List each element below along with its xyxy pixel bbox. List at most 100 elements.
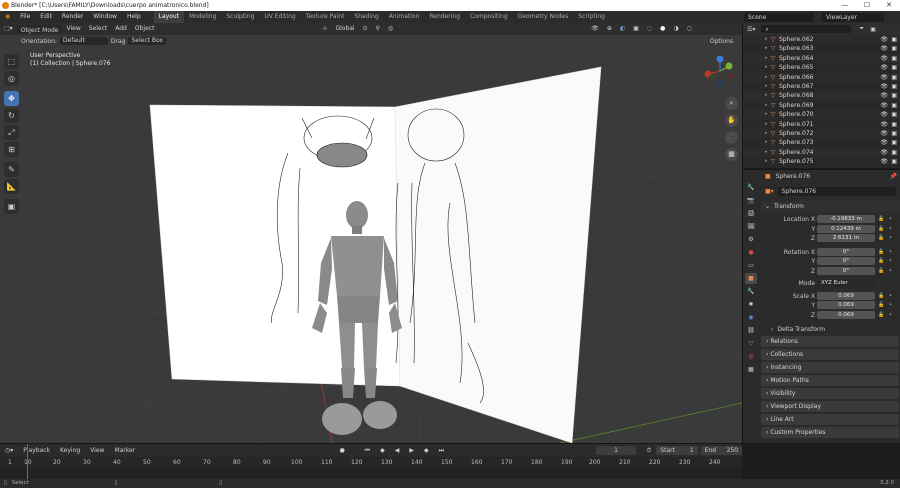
keyframe-dot-icon[interactable]: • [889,267,892,276]
outliner-item[interactable]: ▸ ▽ Sphere.064 👁 ▣ [743,53,900,64]
keyframe-dot-icon[interactable]: • [889,301,892,310]
record-icon[interactable]: ● [335,447,350,454]
scale-z-field[interactable]: 0.069 [817,310,875,319]
rotation-z-field[interactable]: 0° [817,266,875,275]
maximize-button[interactable]: ☐ [856,0,878,11]
overlay-icon[interactable]: ◐ [616,23,629,35]
outliner-item[interactable]: ▸ ▽ Sphere.071 👁 ▣ [743,120,900,129]
tab-uv-editing[interactable]: UV Editing [259,11,300,23]
tab-shading[interactable]: Shading [349,11,383,23]
eye-icon[interactable]: 👁 [880,44,888,53]
keyframe-dot-icon[interactable]: • [889,225,892,234]
eye-icon[interactable]: 👁 [880,63,888,72]
tab-compositing[interactable]: Compositing [465,11,513,23]
tab-scripting[interactable]: Scripting [573,11,610,23]
scale-y-field[interactable]: 0.069 [817,301,875,309]
lock-icon[interactable]: 🔓 [878,257,884,266]
render-icon[interactable]: ▣ [891,73,897,82]
frame-start-field[interactable]: Start 1 [656,446,698,455]
xray-icon[interactable]: ▣ [629,23,643,35]
transform-orientation-selector[interactable]: Global [331,23,358,35]
eye-icon[interactable]: 👁 [880,138,888,147]
editor-type-icon[interactable]: ⬚▾ [0,23,17,35]
line-art-panel[interactable]: › Line Art [761,413,899,425]
object-tab-icon[interactable]: ■ [745,273,757,284]
cursor-tool-icon[interactable]: ◎ [4,71,19,86]
eye-icon[interactable]: 👁 [880,148,888,157]
snap-icon[interactable]: ⚲ [372,23,384,35]
eye-icon[interactable]: 👁 [880,120,888,129]
keyframe-dot-icon[interactable]: • [889,215,892,224]
keyframe-dot-icon[interactable]: • [889,248,892,257]
visibility-panel[interactable]: › Visibility [761,387,899,399]
tab-texture-paint[interactable]: Texture Paint [301,11,350,23]
keyframe-dot-icon[interactable]: • [889,311,892,320]
playhead[interactable] [27,444,28,480]
lock-icon[interactable]: 🔓 [878,311,884,320]
outliner-item[interactable]: ▸ ▽ Sphere.066 👁 ▣ [743,72,900,82]
custom-properties-panel[interactable]: › Custom Properties [761,426,899,438]
3d-viewport[interactable]: ⬚▾ Object Mode View Select Add Object ⊹ … [0,23,742,443]
play-reverse-icon[interactable]: ◀ [390,447,405,454]
modifier-tab-icon[interactable]: 🔧 [745,286,757,297]
tab-rendering[interactable]: Rendering [424,11,465,23]
outliner-item[interactable]: ▸ ▽ Sphere.062 👁 ▣ [743,35,900,45]
keyframe-dot-icon[interactable]: • [889,292,892,301]
outliner-item[interactable]: ▸ ▽ Sphere.075 👁 ▣ [743,157,900,166]
menu-edit[interactable]: Edit [35,11,57,23]
gizmo-toggle-icon[interactable]: ⊕ [603,23,616,35]
eye-icon[interactable]: 👁 [880,157,888,166]
jump-end-icon[interactable]: ⏭ [434,447,449,455]
location-x-field[interactable]: -0.19833 m [817,215,875,223]
options-button[interactable]: Options [707,38,736,45]
output-tab-icon[interactable]: 🖨 [745,208,757,219]
eye-icon[interactable]: 👁 [880,73,888,82]
object-name-field[interactable]: Sphere.076 [777,187,896,196]
lock-icon[interactable]: 🔓 [878,234,884,243]
delta-transform-panel[interactable]: › Delta Transform [761,324,900,335]
render-icon[interactable]: ▣ [891,63,897,72]
move-tool-icon[interactable]: ✥ [4,91,19,106]
instancing-panel[interactable]: › Instancing [761,361,899,373]
pan-hand-icon[interactable]: ✋ [725,114,738,127]
render-icon[interactable]: ▣ [891,138,897,147]
blender-menu-icon[interactable]: ◉ [0,11,15,23]
proportional-edit-icon[interactable]: ◎ [384,23,397,35]
keying-menu[interactable]: Keying [55,447,85,454]
scale-tool-icon[interactable]: ⤢ [4,125,19,140]
orientation-dropdown[interactable]: Default [59,37,108,45]
outliner-item[interactable]: ▸ ▽ Sphere.068 👁 ▣ [743,91,900,101]
tab-layout[interactable]: Layout [153,11,185,23]
current-frame-field[interactable]: 1 [596,446,636,455]
close-button[interactable]: ✕ [878,0,900,11]
location-y-field[interactable]: 0.12439 m [817,224,875,233]
timeline-ruler[interactable]: 1 10 20 30 40 50 60 70 80 90 100 110 120… [0,457,742,468]
outliner-item[interactable]: ▸ ▽ Sphere.073 👁 ▣ [743,138,900,147]
keyframe-dot-icon[interactable]: • [889,257,892,266]
minimize-button[interactable]: — [834,0,856,11]
tool-tab-icon[interactable]: 🔧 [745,182,757,193]
outliner-item[interactable]: ▸ ▽ Sphere.070 👁 ▣ [743,110,900,120]
lock-icon[interactable]: 🔓 [878,215,884,224]
eye-icon[interactable]: 👁 [880,35,888,44]
rotation-y-field[interactable]: 0° [817,257,875,265]
wireframe-shading-icon[interactable]: ◌ [643,23,656,35]
render-icon[interactable]: ▣ [891,54,897,63]
outliner-editor-icon[interactable]: ☰▾ [747,26,755,33]
new-collection-icon[interactable]: ▣ [870,26,876,33]
jump-keyframe-back-icon[interactable]: ◆ [375,447,390,454]
filter-icon[interactable]: ⏷ [859,25,864,33]
menu-window[interactable]: Window [88,11,122,23]
timeline-view-menu[interactable]: View [85,447,109,454]
lock-icon[interactable]: 🔓 [878,292,884,301]
pivot-icon[interactable]: ⊙ [359,23,372,35]
zoom-icon[interactable]: ⌕ [725,97,738,110]
perspective-toggle-icon[interactable]: ▦ [725,148,738,161]
visibility-icon[interactable]: 👁 [587,23,603,35]
render-icon[interactable]: ▣ [891,82,897,91]
play-icon[interactable]: ▶ [404,447,419,454]
tab-geometry-nodes[interactable]: Geometry Nodes [513,11,574,23]
particles-tab-icon[interactable]: ✸ [745,299,757,310]
render-icon[interactable]: ▣ [891,35,897,44]
outliner-item[interactable]: ▸ ▽ Sphere.067 👁 ▣ [743,82,900,91]
